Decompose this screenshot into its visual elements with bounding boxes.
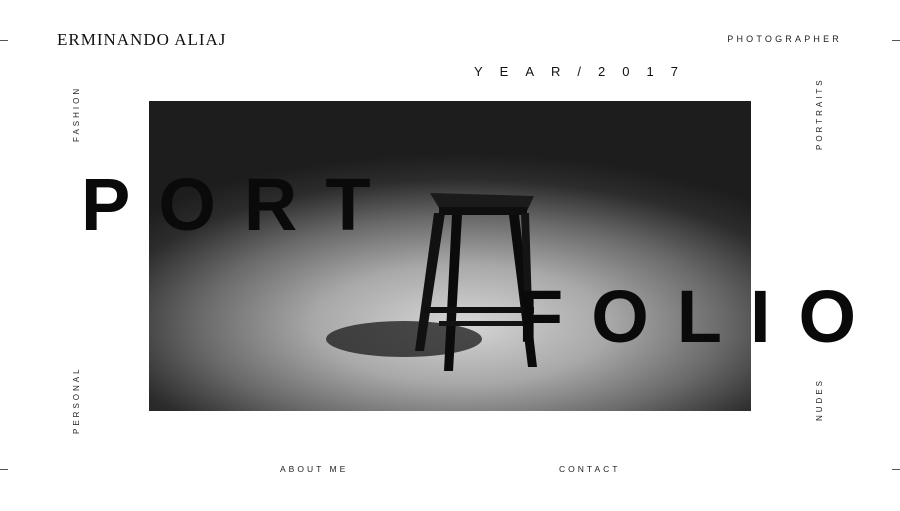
left-top-tick [0, 40, 8, 41]
right-bottom-tick [892, 469, 900, 470]
left-bottom-tick [0, 469, 8, 470]
nav-portraits-link[interactable]: PORTRAITS [815, 77, 824, 150]
role-label: PHOTOGRAPHER [727, 34, 842, 44]
nav-nudes-link[interactable]: NUDES [815, 378, 824, 421]
stool-illustration [326, 193, 537, 371]
nav-personal-link[interactable]: PERSONAL [72, 366, 81, 434]
year-label: YEAR/2017 [474, 64, 695, 79]
nav-fashion-link[interactable]: FASHION [72, 86, 81, 142]
hero-word-folio: FOLIO [518, 275, 885, 358]
right-top-tick [892, 40, 900, 41]
contact-link[interactable]: CONTACT [559, 464, 620, 474]
brand-logo-link[interactable]: ERMINANDO ALIAJ [57, 30, 226, 50]
hero-photo [149, 101, 751, 411]
hero-word-port: PORT [81, 163, 399, 246]
about-me-link[interactable]: ABOUT ME [280, 464, 348, 474]
